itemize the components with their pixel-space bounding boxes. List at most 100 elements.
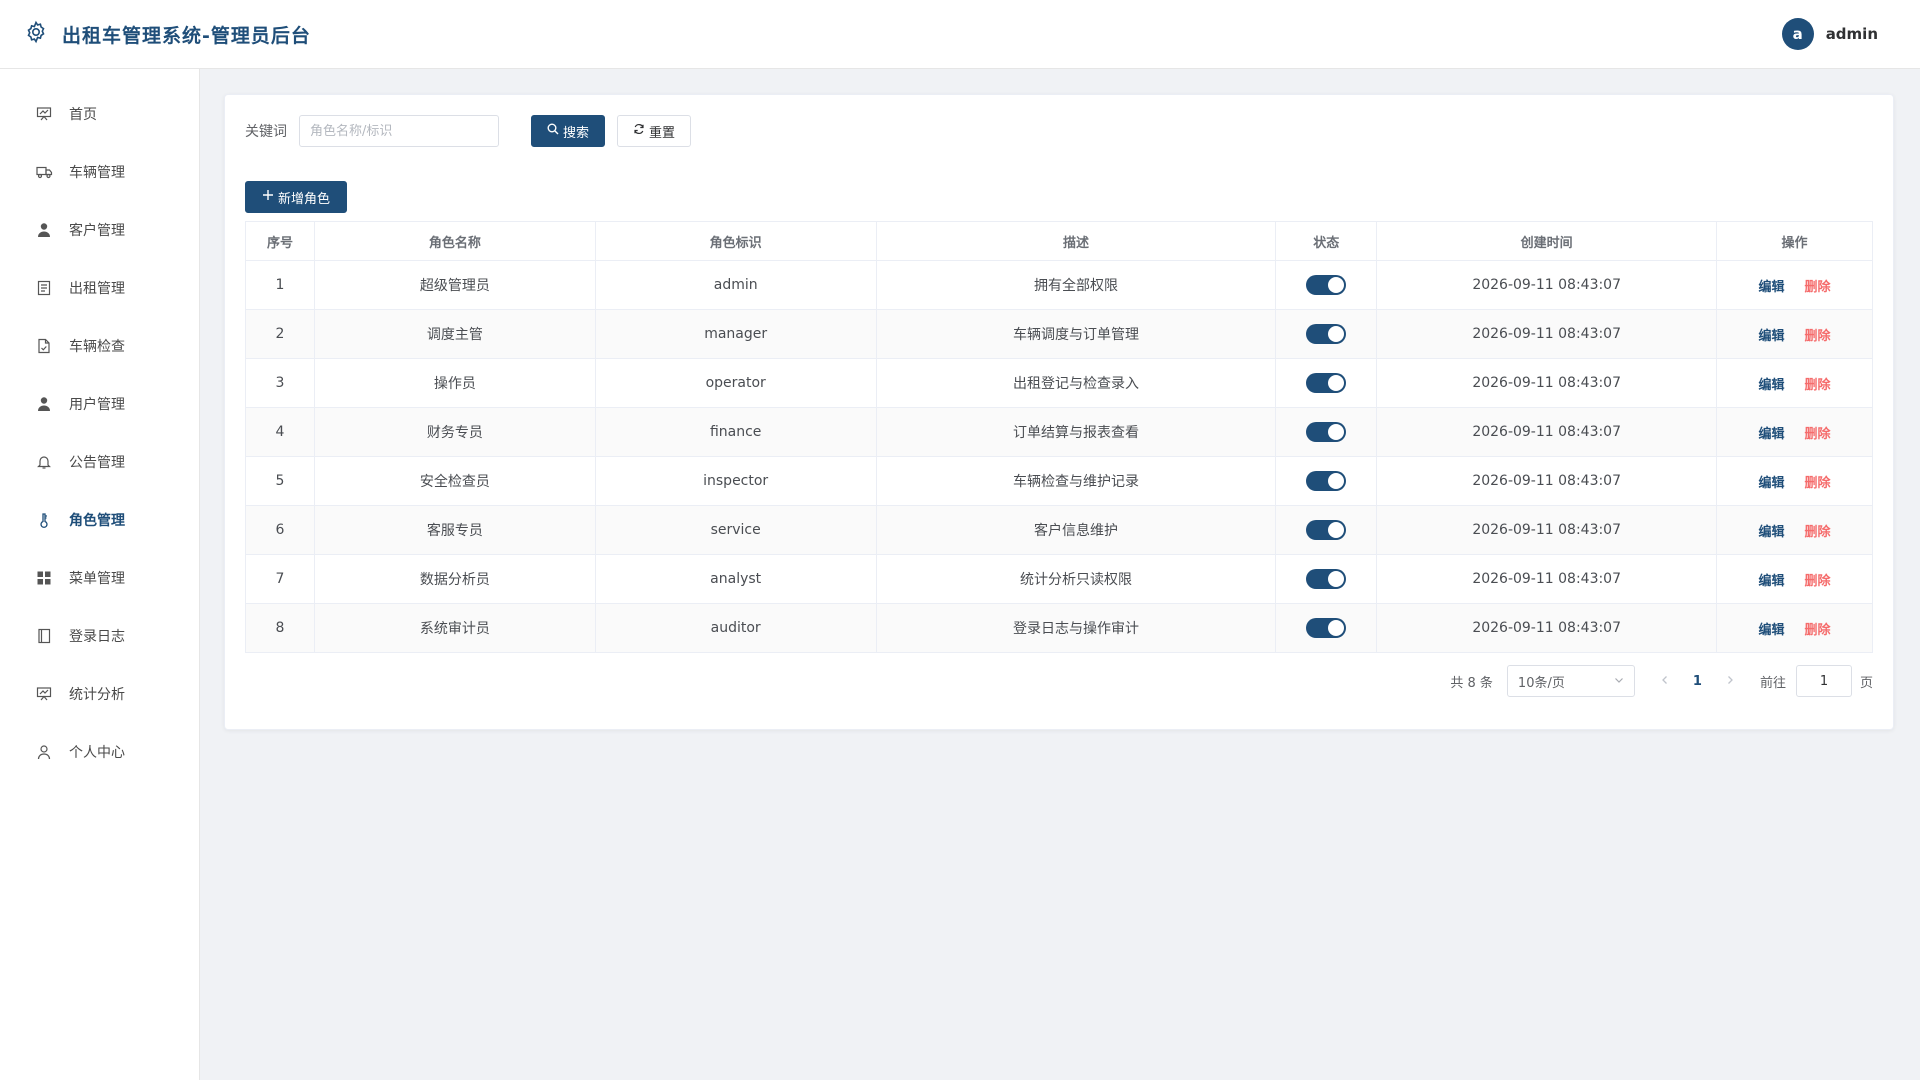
sidebar-item-home[interactable]: 首页 bbox=[0, 85, 199, 143]
sidebar-item-vehicles[interactable]: 车辆管理 bbox=[0, 143, 199, 201]
status-toggle[interactable] bbox=[1306, 569, 1347, 589]
search-input[interactable] bbox=[299, 115, 499, 147]
edit-link[interactable]: 编辑 bbox=[1759, 476, 1785, 491]
sidebar: 首页 车辆管理 客户管理 出租管理 车辆检查 用户管理 公告管理 角色管理 菜单… bbox=[0, 69, 200, 1080]
search-button-label: 搜索 bbox=[562, 125, 589, 141]
edit-link[interactable]: 编辑 bbox=[1759, 378, 1785, 393]
sidebar-item-roles[interactable]: 角色管理 bbox=[0, 491, 199, 549]
sidebar-item-label: 公告管理 bbox=[69, 455, 125, 471]
row-index: 7 bbox=[245, 554, 315, 604]
role-description: 登录日志与操作审计 bbox=[875, 603, 1277, 653]
sidebar-item-label: 车辆管理 bbox=[69, 165, 125, 181]
refresh-icon bbox=[633, 123, 645, 139]
gear-icon bbox=[24, 20, 48, 48]
add-role-button[interactable]: 新增角色 bbox=[245, 181, 347, 213]
edit-link[interactable]: 编辑 bbox=[1759, 574, 1785, 589]
status-toggle[interactable] bbox=[1306, 422, 1347, 442]
sidebar-item-login-logs[interactable]: 登录日志 bbox=[0, 607, 199, 665]
sidebar-item-label: 统计分析 bbox=[69, 687, 125, 703]
search-button[interactable]: 搜索 bbox=[531, 115, 605, 147]
page-size-select[interactable]: 10条/页 bbox=[1506, 665, 1635, 697]
page-number[interactable]: 1 bbox=[1693, 674, 1702, 689]
created-time: 2026-09-11 08:43:07 bbox=[1376, 603, 1718, 653]
delete-link[interactable]: 删除 bbox=[1805, 525, 1831, 540]
delete-link[interactable]: 删除 bbox=[1805, 427, 1831, 442]
person-icon bbox=[35, 395, 53, 413]
sidebar-item-label: 角色管理 bbox=[69, 513, 125, 529]
status-toggle[interactable] bbox=[1306, 324, 1347, 344]
sidebar-item-label: 用户管理 bbox=[69, 397, 125, 413]
role-description: 车辆检查与维护记录 bbox=[875, 456, 1277, 506]
username[interactable]: admin bbox=[1826, 25, 1878, 43]
file-check-icon bbox=[35, 337, 53, 355]
avatar[interactable]: a bbox=[1781, 18, 1814, 50]
created-time: 2026-09-11 08:43:07 bbox=[1376, 309, 1718, 359]
edit-link[interactable]: 编辑 bbox=[1759, 623, 1785, 638]
column-header: 描述 bbox=[875, 221, 1277, 261]
created-time: 2026-09-11 08:43:07 bbox=[1376, 407, 1718, 457]
role-table: 序号 角色名称 角色标识 描述 状态 创建时间 操作 1 超级管理员 admin… bbox=[245, 221, 1873, 653]
edit-link[interactable]: 编辑 bbox=[1759, 427, 1785, 442]
status-toggle[interactable] bbox=[1306, 520, 1347, 540]
delete-link[interactable]: 删除 bbox=[1805, 574, 1831, 589]
prev-page-button[interactable] bbox=[1655, 674, 1675, 689]
role-card: 关键词 搜索 重置 新增角色 bbox=[224, 94, 1894, 730]
sidebar-item-label: 车辆检查 bbox=[69, 339, 125, 355]
status-toggle[interactable] bbox=[1306, 373, 1347, 393]
status-toggle[interactable] bbox=[1306, 275, 1347, 295]
role-description: 客户信息维护 bbox=[875, 505, 1277, 555]
delete-link[interactable]: 删除 bbox=[1805, 378, 1831, 393]
sidebar-item-label: 出租管理 bbox=[69, 281, 125, 297]
user-menu[interactable]: a admin bbox=[1781, 18, 1896, 50]
column-header: 创建时间 bbox=[1376, 221, 1718, 261]
sidebar-item-announcements[interactable]: 公告管理 bbox=[0, 433, 199, 491]
sidebar-item-users[interactable]: 用户管理 bbox=[0, 375, 199, 433]
delete-link[interactable]: 删除 bbox=[1805, 476, 1831, 491]
role-name: 客服专员 bbox=[313, 505, 596, 555]
sidebar-item-inspection[interactable]: 车辆检查 bbox=[0, 317, 199, 375]
search-icon bbox=[547, 123, 559, 139]
sidebar-item-customers[interactable]: 客户管理 bbox=[0, 201, 199, 259]
toolbar: 新增角色 bbox=[245, 181, 1873, 213]
presentation-board-icon bbox=[35, 105, 53, 123]
delete-link[interactable]: 删除 bbox=[1805, 329, 1831, 344]
created-time: 2026-09-11 08:43:07 bbox=[1376, 554, 1718, 604]
reset-button-label: 重置 bbox=[648, 125, 675, 141]
sidebar-item-profile[interactable]: 个人中心 bbox=[0, 723, 199, 781]
sidebar-item-rentals[interactable]: 出租管理 bbox=[0, 259, 199, 317]
role-name: 数据分析员 bbox=[313, 554, 596, 604]
table-row: 8 系统审计员 auditor 登录日志与操作审计 2026-09-11 08:… bbox=[245, 603, 1873, 653]
brand: 出租车管理系统-管理员后台 bbox=[24, 20, 311, 48]
edit-link[interactable]: 编辑 bbox=[1759, 329, 1785, 344]
delete-link[interactable]: 删除 bbox=[1805, 280, 1831, 295]
reset-button[interactable]: 重置 bbox=[617, 115, 691, 147]
truck-icon bbox=[35, 163, 53, 181]
edit-link[interactable]: 编辑 bbox=[1759, 280, 1785, 295]
status-toggle[interactable] bbox=[1306, 471, 1347, 491]
next-page-button[interactable] bbox=[1720, 674, 1740, 689]
role-key: analyst bbox=[594, 554, 877, 604]
column-header: 状态 bbox=[1275, 221, 1378, 261]
role-key: admin bbox=[594, 260, 877, 310]
bell-icon bbox=[35, 453, 53, 471]
chevron-down-icon bbox=[1614, 674, 1624, 689]
status-toggle[interactable] bbox=[1306, 618, 1347, 638]
role-name: 系统审计员 bbox=[313, 603, 596, 653]
role-key: operator bbox=[594, 358, 877, 408]
sidebar-item-label: 登录日志 bbox=[69, 629, 125, 645]
goto-page-input[interactable] bbox=[1795, 665, 1852, 697]
row-index: 5 bbox=[245, 456, 315, 506]
column-header: 角色名称 bbox=[313, 221, 596, 261]
column-header: 操作 bbox=[1716, 221, 1873, 261]
role-description: 统计分析只读权限 bbox=[875, 554, 1277, 604]
keyword-label: 关键词 bbox=[245, 124, 287, 140]
sidebar-item-menus[interactable]: 菜单管理 bbox=[0, 549, 199, 607]
edit-link[interactable]: 编辑 bbox=[1759, 525, 1785, 540]
sidebar-item-statistics[interactable]: 统计分析 bbox=[0, 665, 199, 723]
delete-link[interactable]: 删除 bbox=[1805, 623, 1831, 638]
role-name: 操作员 bbox=[313, 358, 596, 408]
table-row: 4 财务专员 finance 订单结算与报表查看 2026-09-11 08:4… bbox=[245, 407, 1873, 457]
person-icon bbox=[35, 221, 53, 239]
role-name: 安全检查员 bbox=[313, 456, 596, 506]
table-header-row: 序号 角色名称 角色标识 描述 状态 创建时间 操作 bbox=[245, 221, 1873, 261]
